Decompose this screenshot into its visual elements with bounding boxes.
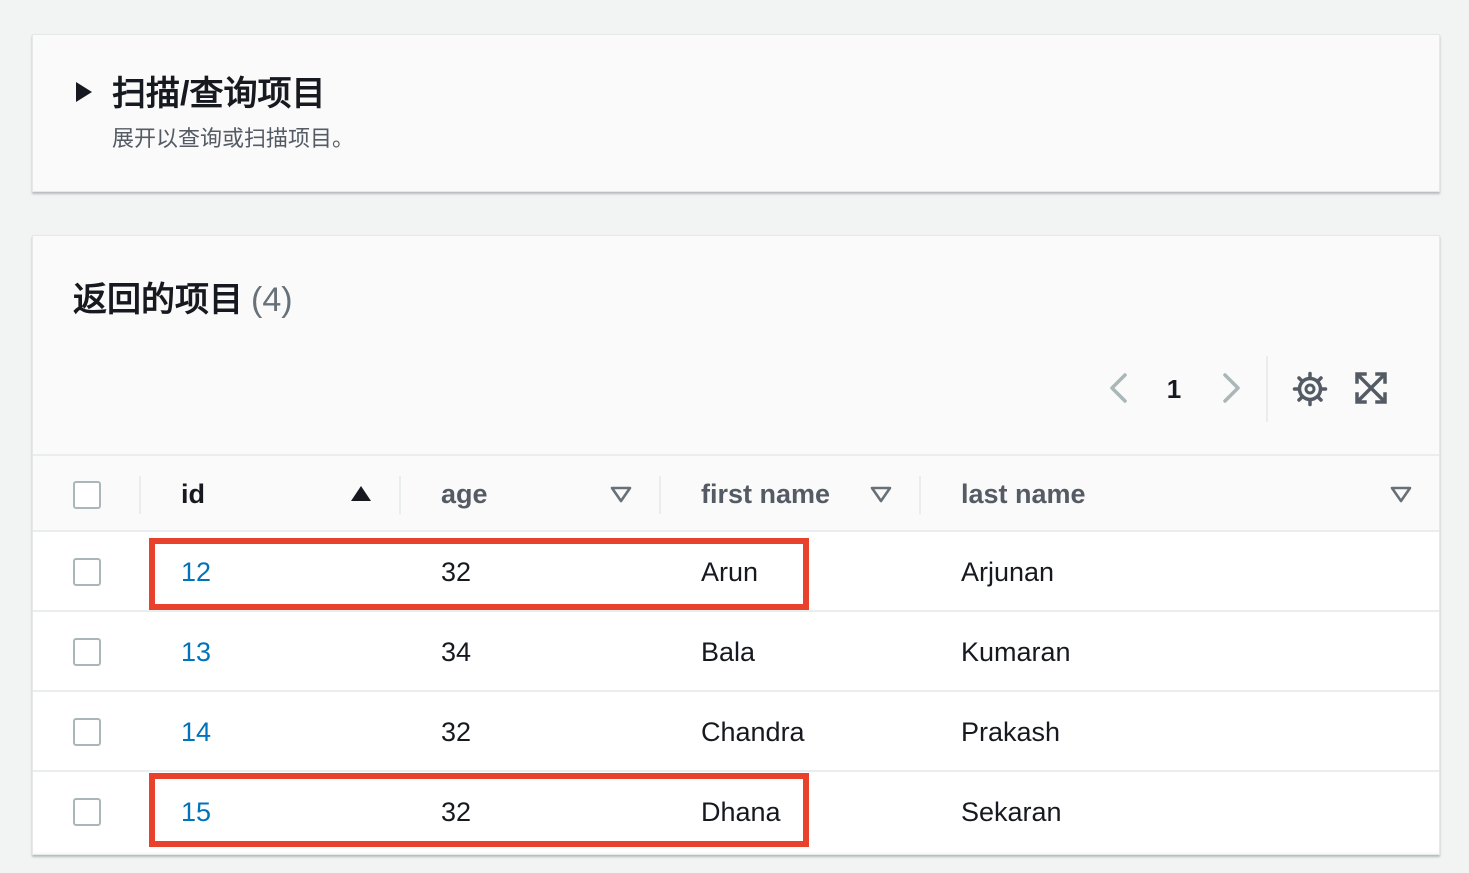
current-page-number[interactable]: 1: [1159, 372, 1189, 406]
select-all-checkbox[interactable]: [73, 481, 101, 509]
cell-first-name: Dhana: [701, 797, 781, 827]
column-separator: [139, 476, 141, 514]
preferences-button[interactable]: [1291, 370, 1329, 408]
column-header-label: age: [441, 479, 488, 509]
column-header-label: first name: [701, 479, 831, 509]
sort-caret-down-icon[interactable]: [869, 482, 893, 506]
cell-first-name: Bala: [701, 637, 756, 667]
returned-items-heading: 返回的项目 (4): [73, 278, 293, 322]
expand-caret-icon[interactable]: [76, 82, 92, 102]
sort-ascending-icon[interactable]: [349, 482, 373, 506]
row-select-checkbox[interactable]: [73, 798, 101, 826]
row-select-checkbox[interactable]: [73, 638, 101, 666]
cell-age: 34: [441, 637, 472, 667]
cell-age: 32: [441, 797, 472, 827]
table-row: 14 32 Chandra Prakash: [33, 692, 1439, 772]
scan-query-description: 展开以查询或扫描项目。: [112, 126, 355, 151]
returned-items-table: id age first name last name 12 32 Arun A…: [33, 454, 1439, 852]
toolbar-divider: [1266, 356, 1268, 422]
chevron-right-icon: [1223, 373, 1240, 403]
table-row: 15 32 Dhana Sekaran: [33, 772, 1439, 852]
fullscreen-icon: [1355, 372, 1387, 404]
item-id-link[interactable]: 15: [181, 772, 211, 852]
cell-last-name: Sekaran: [961, 797, 1062, 827]
column-header-label: last name: [961, 479, 1086, 509]
returned-items-count: (4): [251, 281, 293, 319]
sort-caret-down-icon[interactable]: [1389, 482, 1413, 506]
table-row: 12 32 Arun Arjunan: [33, 532, 1439, 612]
column-header-id[interactable]: id: [181, 456, 373, 532]
column-separator: [399, 476, 401, 514]
cell-last-name: Arjunan: [961, 557, 1055, 587]
cell-last-name: Prakash: [961, 717, 1061, 747]
table-header-row: id age first name last name: [33, 454, 1439, 532]
returned-items-panel: 返回的项目 (4) 1 id age first name last name …: [32, 235, 1440, 855]
item-id-link[interactable]: 14: [181, 692, 211, 772]
table-row: 13 34 Bala Kumaran: [33, 612, 1439, 692]
previous-page-button[interactable]: [1101, 370, 1137, 406]
fullscreen-button[interactable]: [1353, 370, 1389, 406]
column-header-last-name[interactable]: last name: [961, 456, 1361, 532]
cell-last-name: Kumaran: [961, 637, 1071, 667]
returned-items-title: 返回的项目: [73, 281, 243, 319]
next-page-button[interactable]: [1213, 370, 1249, 406]
column-separator: [659, 476, 661, 514]
item-id-link[interactable]: 12: [181, 532, 211, 612]
chevron-left-icon: [1110, 373, 1127, 403]
row-select-checkbox[interactable]: [73, 558, 101, 586]
cell-age: 32: [441, 717, 472, 747]
cell-first-name: Chandra: [701, 717, 805, 747]
item-id-link[interactable]: 13: [181, 612, 211, 692]
cell-age: 32: [441, 557, 472, 587]
scan-query-title[interactable]: 扫描/查询项目: [112, 73, 325, 115]
sort-caret-down-icon[interactable]: [609, 482, 633, 506]
column-header-first-name[interactable]: first name: [701, 456, 893, 532]
column-header-label: id: [181, 479, 205, 509]
column-header-age[interactable]: age: [441, 456, 633, 532]
cell-first-name: Arun: [701, 557, 759, 587]
gear-icon: [1292, 371, 1328, 407]
column-separator: [919, 476, 921, 514]
row-select-checkbox[interactable]: [73, 718, 101, 746]
